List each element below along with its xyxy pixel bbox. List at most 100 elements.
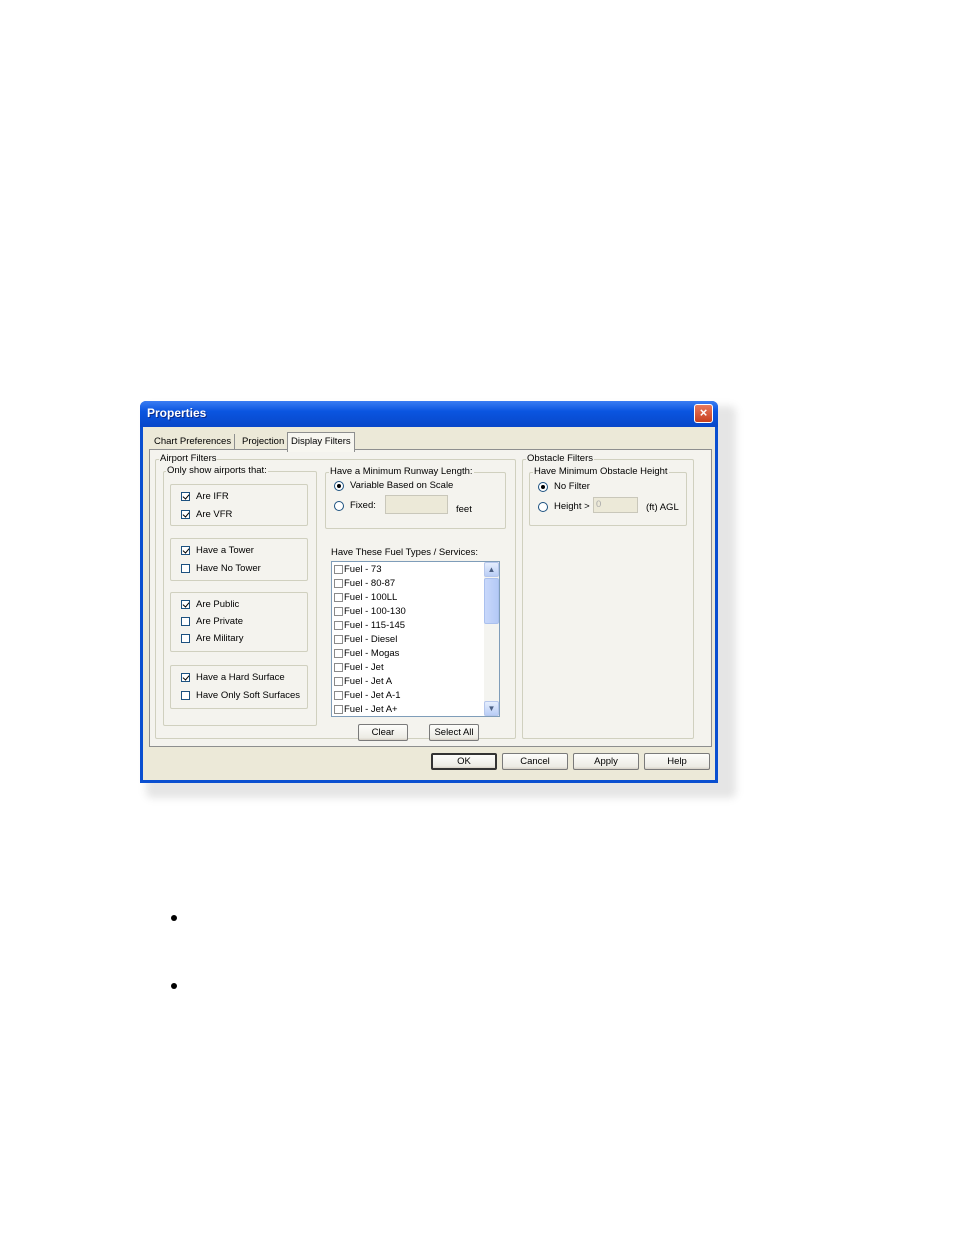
have-no-tower-checkbox[interactable]: Have No Tower (181, 563, 261, 574)
are-military-label: Are Military (196, 633, 244, 644)
fuel-item-label: Fuel - 100-130 (344, 606, 406, 617)
tower-box: Have a Tower Have No Tower (170, 538, 308, 581)
fuel-item-label: Fuel - Jet A+ (344, 704, 398, 715)
fuel-list-item[interactable]: Fuel - 100-130 (334, 606, 406, 617)
min-obstacle-height-legend: Have Minimum Obstacle Height (533, 466, 669, 477)
bullet-point (171, 915, 177, 921)
are-public-label: Are Public (196, 599, 240, 610)
height-unit-label: (ft) AGL (646, 502, 679, 513)
only-show-legend: Only show airports that: (166, 465, 268, 476)
checkbox-icon (181, 634, 190, 643)
checkbox-icon (181, 691, 190, 700)
display-filters-panel: Airport Filters Only show airports that:… (149, 449, 712, 747)
airport-filters-legend: Airport Filters (159, 453, 218, 464)
scroll-thumb[interactable] (484, 578, 499, 624)
fuel-list-item[interactable]: Fuel - Jet A+ (334, 704, 398, 715)
ok-button[interactable]: OK (431, 753, 497, 770)
airport-filters-group: Airport Filters Only show airports that:… (155, 453, 516, 741)
fuel-item-label: Fuel - Mogas (344, 648, 400, 659)
runway-fixed-radio[interactable]: Fixed: (334, 500, 376, 511)
fuel-list-item[interactable]: Fuel - Mogas (334, 648, 399, 659)
fuel-item-label: Fuel - 73 (344, 564, 382, 575)
checkbox-icon (181, 617, 190, 626)
fuel-list-item[interactable]: Fuel - 115-145 (334, 620, 405, 631)
are-public-checkbox[interactable]: Are Public (181, 599, 239, 610)
runway-fixed-input[interactable] (385, 495, 448, 514)
fuel-item-label: Fuel - 100LL (344, 592, 398, 603)
soft-surfaces-checkbox[interactable]: Have Only Soft Surfaces (181, 690, 300, 701)
fuel-list-item[interactable]: Fuel - Jet A-1 (334, 690, 401, 701)
chevron-down-icon: ▼ (487, 704, 496, 713)
chevron-up-icon: ▲ (487, 565, 496, 574)
have-tower-label: Have a Tower (196, 545, 254, 556)
fuel-types-label: Have These Fuel Types / Services: (331, 547, 478, 558)
tab-display-filters[interactable]: Display Filters (287, 432, 355, 452)
have-tower-checkbox[interactable]: Have a Tower (181, 545, 254, 556)
properties-dialog: Properties × Chart Preferences Projectio… (140, 401, 718, 783)
only-show-group: Only show airports that: Are IFR Are VFR… (163, 465, 317, 726)
height-label: Height > (554, 501, 590, 512)
ifr-vfr-box: Are IFR Are VFR (170, 484, 308, 526)
obstacle-filters-legend: Obstacle Filters (526, 453, 594, 464)
min-obstacle-height-group: Have Minimum Obstacle Height No Filter H… (529, 466, 687, 526)
tab-chart-preferences[interactable]: Chart Preferences (151, 434, 236, 450)
no-filter-label: No Filter (554, 481, 590, 492)
ownership-box: Are Public Are Private Are Military (170, 592, 308, 652)
checkbox-icon (334, 635, 343, 644)
scroll-up-button[interactable]: ▲ (484, 562, 499, 577)
tab-projection[interactable]: Projection (239, 434, 289, 450)
checkbox-icon (334, 579, 343, 588)
obstacle-filters-group: Obstacle Filters Have Minimum Obstacle H… (522, 453, 694, 739)
checkbox-icon (334, 565, 343, 574)
surface-box: Have a Hard Surface Have Only Soft Surfa… (170, 665, 308, 709)
height-radio[interactable]: Height > (538, 501, 590, 512)
checkbox-icon (334, 649, 343, 658)
fuel-list-item[interactable]: Fuel - 100LL (334, 592, 397, 603)
runway-variable-radio[interactable]: Variable Based on Scale (334, 480, 453, 491)
runway-fixed-label: Fixed: (350, 500, 376, 511)
checkbox-icon (181, 564, 190, 573)
fuel-list-scrollbar[interactable]: ▲ ▼ (484, 562, 499, 716)
fuel-item-label: Fuel - 115-145 (344, 620, 406, 631)
dialog-title: Properties (147, 406, 207, 420)
are-private-checkbox[interactable]: Are Private (181, 616, 243, 627)
help-button[interactable]: Help (644, 753, 710, 770)
clear-button[interactable]: Clear (358, 724, 408, 741)
are-military-checkbox[interactable]: Are Military (181, 633, 244, 644)
hard-surface-checkbox[interactable]: Have a Hard Surface (181, 672, 285, 683)
checkbox-icon (334, 607, 343, 616)
are-ifr-checkbox[interactable]: Are IFR (181, 491, 229, 502)
radio-icon (334, 480, 344, 491)
radio-icon (538, 481, 548, 492)
fuel-list-item[interactable]: Fuel - Jet (334, 662, 384, 673)
fuel-list-item[interactable]: Fuel - Jet A (334, 676, 392, 687)
soft-surfaces-label: Have Only Soft Surfaces (196, 690, 301, 701)
have-no-tower-label: Have No Tower (196, 563, 261, 574)
close-button[interactable]: × (694, 404, 713, 423)
fuel-item-label: Fuel - 80-87 (344, 578, 396, 589)
dialog-client: Chart Preferences Projection Display Fil… (143, 427, 715, 780)
checkbox-icon (334, 677, 343, 686)
radio-icon (538, 501, 548, 512)
no-filter-radio[interactable]: No Filter (538, 481, 590, 492)
fuel-types-list[interactable]: Fuel - 73 Fuel - 80-87 Fuel - 100LL Fuel - … (331, 561, 500, 717)
select-all-button[interactable]: Select All (429, 724, 479, 741)
checkbox-icon (181, 673, 190, 682)
cancel-button[interactable]: Cancel (502, 753, 568, 770)
fuel-list-item[interactable]: Fuel - Diesel (334, 634, 397, 645)
are-vfr-checkbox[interactable]: Are VFR (181, 509, 232, 520)
title-bar[interactable]: Properties × (140, 401, 718, 427)
hard-surface-label: Have a Hard Surface (196, 672, 285, 683)
are-vfr-label: Are VFR (196, 509, 233, 520)
fuel-list-item[interactable]: Fuel - 73 (334, 564, 382, 575)
are-ifr-label: Are IFR (196, 491, 229, 502)
checkbox-icon (181, 600, 190, 609)
height-input[interactable]: 0 (593, 497, 638, 513)
bullet-point (171, 983, 177, 989)
fuel-item-label: Fuel - Jet (344, 662, 384, 673)
runway-variable-label: Variable Based on Scale (350, 480, 454, 491)
apply-button[interactable]: Apply (573, 753, 639, 770)
fuel-list-item[interactable]: Fuel - 80-87 (334, 578, 395, 589)
scroll-down-button[interactable]: ▼ (484, 701, 499, 716)
radio-icon (334, 500, 344, 511)
